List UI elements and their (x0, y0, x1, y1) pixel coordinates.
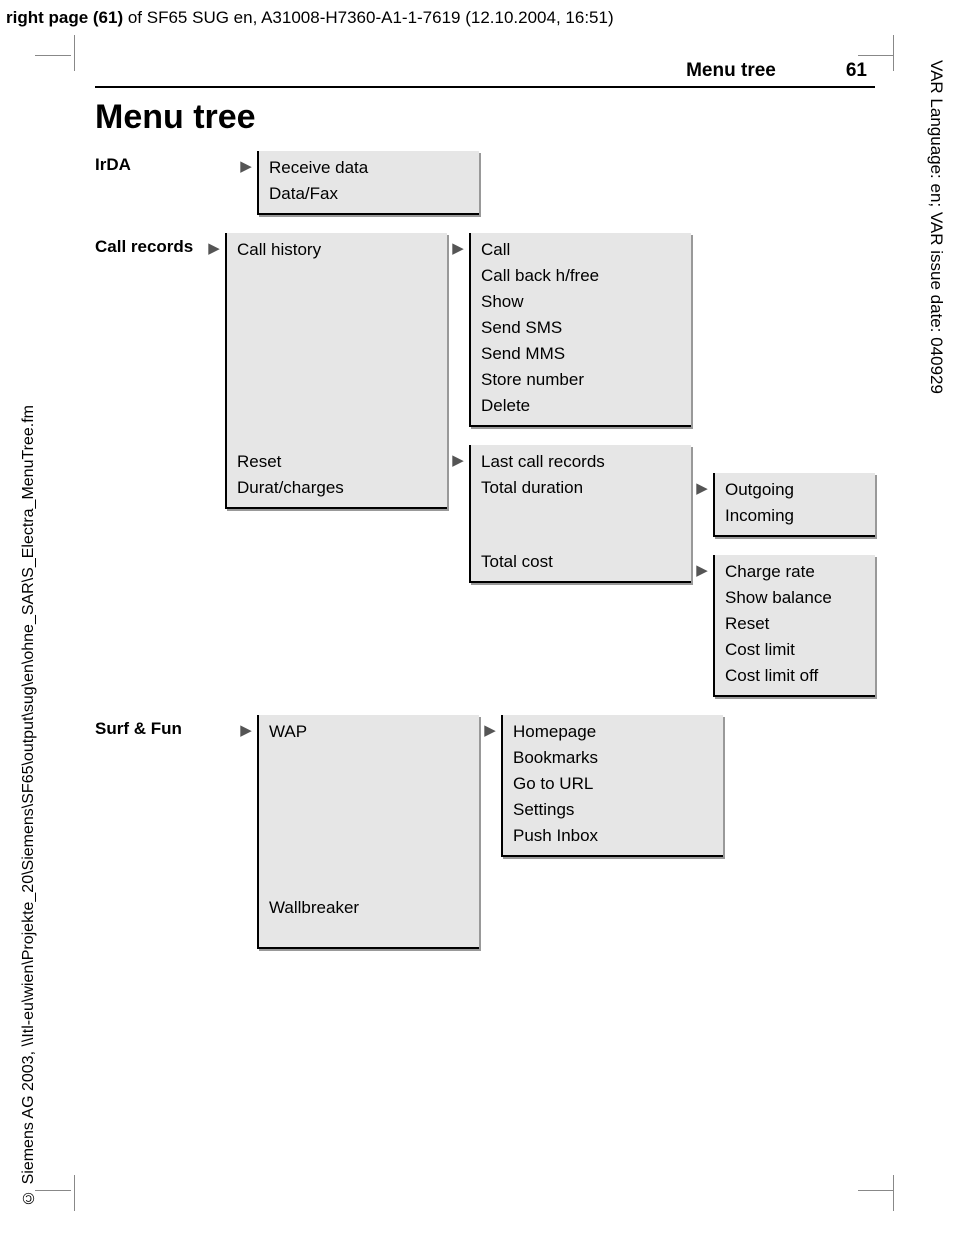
box-durat-sub: Last call records Total duration Total c… (469, 445, 691, 583)
arrow-icon: ▶ (691, 555, 713, 579)
left-margin-text: © Siemens AG 2003, \\Itl-eu\wien\Projekt… (20, 405, 38, 1206)
menu-item: Settings (513, 797, 713, 823)
menu-item: Send SMS (481, 315, 681, 341)
menu-item: WAP (269, 719, 469, 745)
menu-item: Charge rate (725, 559, 865, 585)
page-title: Menu tree (95, 98, 875, 137)
menu-item: Store number (481, 367, 681, 393)
running-header-pagenum: 61 (846, 60, 867, 82)
arrow-icon: ▶ (235, 151, 257, 175)
menu-item: Receive data (269, 155, 469, 181)
menu-item: Bookmarks (513, 745, 713, 771)
label-irda: IrDA (95, 151, 235, 175)
box-irda: Receive data Data/Fax (257, 151, 479, 215)
running-header: Menu tree 61 (95, 60, 875, 88)
box-surf-fun-level2: WAP Wallbreaker (257, 715, 479, 949)
running-header-title: Menu tree (686, 60, 776, 82)
menu-item: Reset (725, 611, 865, 637)
menu-item: Incoming (725, 503, 865, 529)
box-total-duration-sub: Outgoing Incoming (713, 473, 875, 537)
menu-item: Show balance (725, 585, 865, 611)
menu-item: Cost limit (725, 637, 865, 663)
menu-item: Reset (237, 449, 437, 475)
arrow-icon: ▶ (447, 233, 469, 257)
menu-item: Call history (237, 237, 437, 263)
menu-item: Total duration (481, 475, 681, 501)
menu-item: Call back h/free (481, 263, 681, 289)
box-total-cost-sub: Charge rate Show balance Reset Cost limi… (713, 555, 875, 697)
section-irda: IrDA ▶ Receive data Data/Fax (95, 151, 875, 215)
menu-item: Call (481, 237, 681, 263)
label-call-records: Call records (95, 233, 203, 257)
arrow-icon: ▶ (203, 233, 225, 257)
menu-item: Homepage (513, 719, 713, 745)
arrow-icon: ▶ (691, 473, 713, 497)
menu-item: Push Inbox (513, 823, 713, 849)
menu-item: Outgoing (725, 477, 865, 503)
arrow-icon: ▶ (479, 715, 501, 739)
top-header-prefix: right page (61) (6, 8, 123, 27)
menu-item: Show (481, 289, 681, 315)
section-call-records: Call records ▶ Call history Reset Durat/… (95, 233, 875, 697)
page-body: Menu tree 61 Menu tree IrDA ▶ Receive da… (95, 60, 875, 967)
arrow-icon: ▶ (447, 445, 469, 469)
top-header: right page (61) of SF65 SUG en, A31008-H… (6, 8, 614, 28)
menu-item: Total cost (481, 549, 681, 575)
section-surf-fun: Surf & Fun ▶ WAP Wallbreaker ▶ Homepage … (95, 715, 875, 949)
menu-item: Delete (481, 393, 681, 419)
top-header-rest: of SF65 SUG en, A31008-H7360-A1-1-7619 (… (123, 8, 614, 27)
right-margin-text: VAR Language: en; VAR issue date: 040929 (926, 60, 946, 394)
box-call-history-sub: Call Call back h/free Show Send SMS Send… (469, 233, 691, 427)
menu-item: Go to URL (513, 771, 713, 797)
menu-item: Send MMS (481, 341, 681, 367)
arrow-icon: ▶ (235, 715, 257, 739)
box-wap-sub: Homepage Bookmarks Go to URL Settings Pu… (501, 715, 723, 857)
menu-item: Data/Fax (269, 181, 469, 207)
label-surf-fun: Surf & Fun (95, 715, 235, 739)
menu-item: Durat/charges (237, 475, 437, 501)
menu-item: Last call records (481, 449, 681, 475)
box-call-records-level2: Call history Reset Durat/charges (225, 233, 447, 509)
menu-item: Wallbreaker (269, 895, 469, 921)
menu-item: Cost limit off (725, 663, 865, 689)
